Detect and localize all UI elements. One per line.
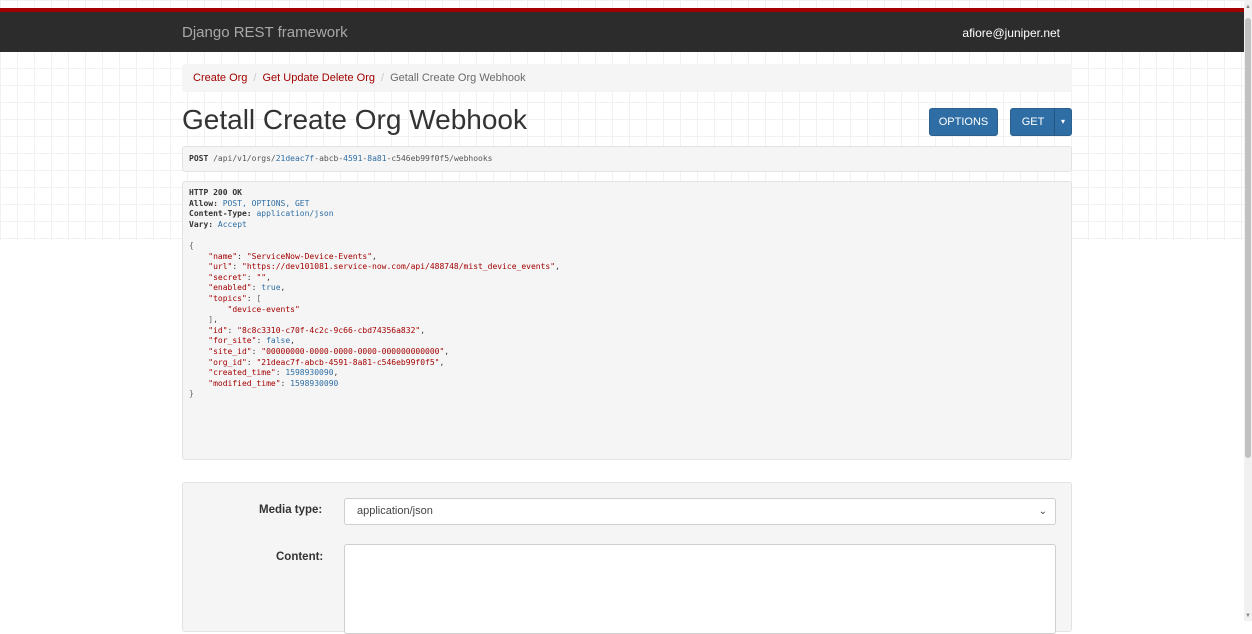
breadcrumb-separator: / <box>253 72 257 84</box>
json-close-brace: } <box>189 389 194 399</box>
json-line: "for_site": false, <box>208 336 295 346</box>
response-header: Content-Type: application/json <box>189 209 334 219</box>
json-line: "id": "8c8c3310-c70f-4c2c-9c66-cbd74356a… <box>208 325 426 335</box>
json-line: "enabled": true, <box>208 283 286 293</box>
json-line: "site_id": "00000000-0000-0000-0000-0000… <box>208 346 450 356</box>
request-org-id-part: 21deac7f <box>275 154 315 163</box>
breadcrumb: Create Org / Get Update Delete Org / Getall … <box>182 64 1072 92</box>
get-button[interactable]: GET ▾ <box>1010 108 1072 136</box>
media-type-label: Media type: <box>259 504 323 516</box>
scroll-up-icon[interactable]: ▲ <box>1244 2 1252 12</box>
json-line: ], <box>208 315 218 325</box>
request-org-id-part: 4591 <box>343 154 363 163</box>
get-button-label: GET <box>1021 116 1045 128</box>
page-scrollbar[interactable]: ▲ ▼ <box>1244 0 1252 621</box>
content-label: Content: <box>276 551 324 563</box>
json-line: "modified_time": 1598930090 <box>208 378 339 388</box>
response-header: Allow: POST, OPTIONS, GET <box>189 198 310 208</box>
request-info: POST /api/v1/orgs/21deac7f-abcb-4591-8a8… <box>182 146 1072 172</box>
brand-link[interactable]: Django REST framework <box>182 24 348 41</box>
get-format-dropdown-toggle[interactable]: ▾ <box>1054 109 1071 135</box>
request-path-prefix: /api/v1/orgs/ <box>213 154 276 163</box>
breadcrumb-item-active: Getall Create Org Webhook <box>390 72 526 84</box>
request-method: POST <box>189 154 209 163</box>
json-line: "org_id": "21deac7f-abcb-4591-8a81-c546e… <box>208 357 445 367</box>
json-line: "secret": "", <box>208 272 271 282</box>
response-status: HTTP 200 OK <box>189 188 242 197</box>
request-org-id-part: -abcb- <box>314 154 344 163</box>
json-line: "topics": [ <box>208 293 262 303</box>
caret-down-icon: ▾ <box>1060 117 1065 126</box>
media-type-value: application/json <box>357 505 433 517</box>
json-line: "created_time": 1598930090, <box>208 368 339 378</box>
scroll-down-icon[interactable]: ▼ <box>1244 611 1252 621</box>
chevron-down-icon: ⌄ <box>1038 506 1047 517</box>
breadcrumb-item-get-update-delete-org[interactable]: Get Update Delete Org <box>262 72 375 84</box>
scrollbar-thumb[interactable] <box>1245 18 1251 458</box>
media-type-select[interactable]: application/json ⌄ <box>344 498 1056 525</box>
json-line: "name": "ServiceNow-Device-Events", <box>208 251 377 261</box>
response-panel: HTTP 200 OK Allow: POST, OPTIONS, GET Co… <box>182 181 1072 460</box>
options-button[interactable]: OPTIONS <box>929 108 998 136</box>
breadcrumb-item-create-org[interactable]: Create Org <box>193 72 247 84</box>
response-header: Vary: Accept <box>189 219 247 229</box>
user-menu[interactable]: afiore@juniper.net <box>962 26 1060 40</box>
json-line: "device-events" <box>227 304 300 314</box>
request-org-id-part: -c546eb99f0f5 <box>386 154 450 163</box>
navbar: Django REST framework afiore@juniper.net <box>0 8 1244 52</box>
breadcrumb-separator: / <box>381 72 385 84</box>
page-title: Getall Create Org Webhook <box>182 104 527 135</box>
json-open-brace: { <box>189 240 194 250</box>
json-line: "url": "https://dev101081.service-now.co… <box>208 262 560 272</box>
request-org-id-part: 8a81 <box>367 154 387 163</box>
request-path-suffix: /webhooks <box>449 154 493 163</box>
